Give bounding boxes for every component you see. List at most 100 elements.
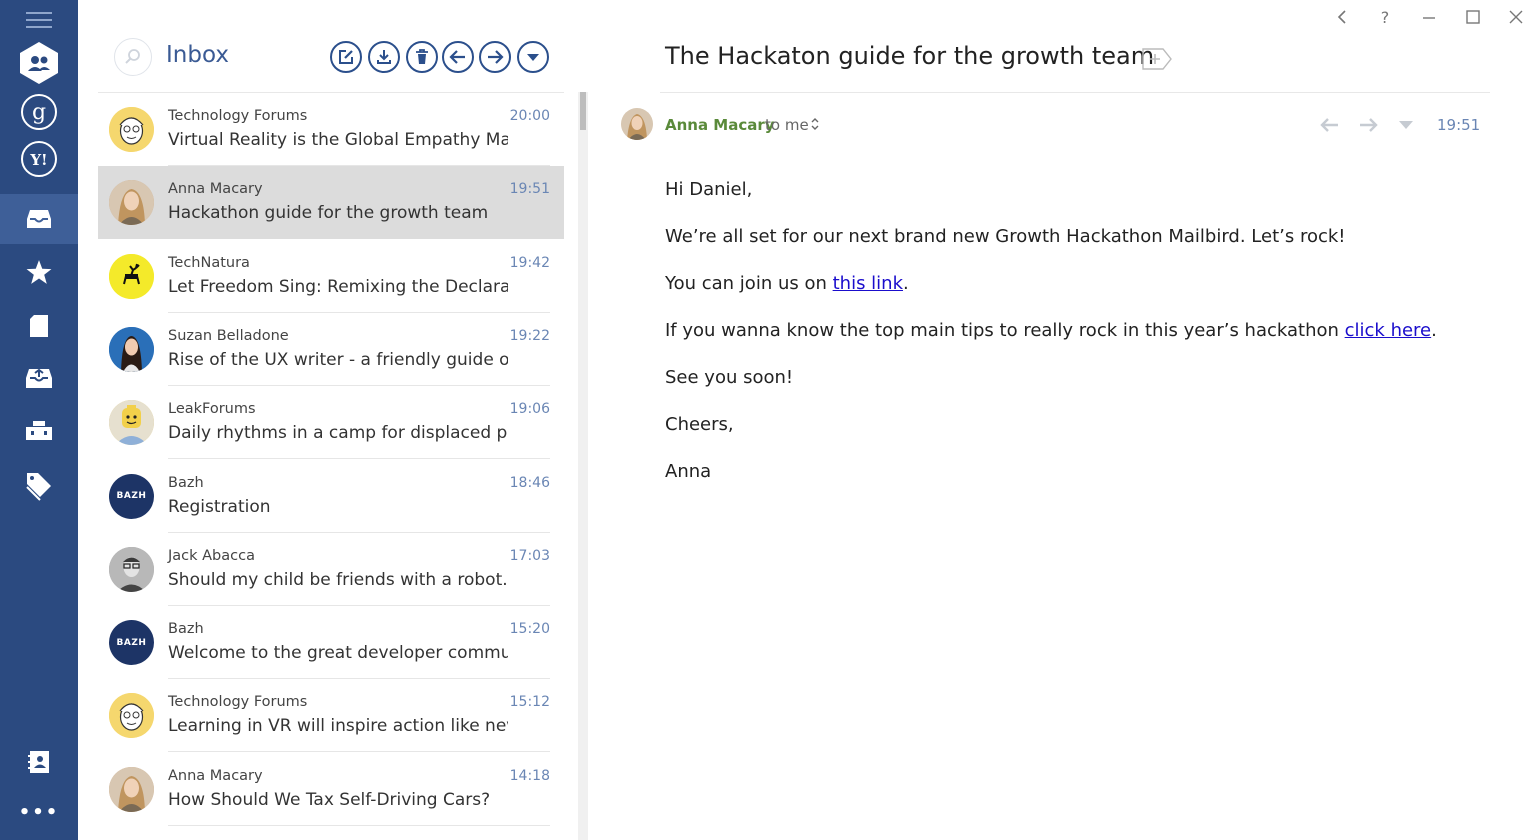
body-line-1: We’re all set for our next brand new Gro… bbox=[665, 226, 1346, 247]
compose-icon bbox=[339, 50, 353, 64]
message-time: 19:22 bbox=[509, 327, 550, 344]
this-link[interactable]: this link bbox=[833, 273, 903, 294]
message-time: 19:51 bbox=[1437, 116, 1481, 134]
drafts-icon[interactable] bbox=[0, 306, 78, 346]
sender-name[interactable]: Anna Macary bbox=[665, 116, 775, 134]
sender-avatar bbox=[109, 693, 154, 739]
message-sender: Suzan Belladone bbox=[168, 327, 289, 344]
help-icon[interactable]: ? bbox=[1373, 6, 1397, 28]
list-scrollbar[interactable] bbox=[578, 92, 588, 840]
message-sender: Technology Forums bbox=[168, 694, 308, 711]
contacts-icon[interactable] bbox=[0, 744, 78, 780]
yahoo-account-icon[interactable]: Y! bbox=[0, 139, 78, 179]
forward-button[interactable] bbox=[479, 41, 511, 73]
body-line-3-end: . bbox=[1431, 320, 1437, 341]
inbox-icon[interactable] bbox=[0, 194, 78, 244]
details-toggle-icon[interactable] bbox=[810, 117, 820, 135]
more-icon[interactable]: ••• bbox=[0, 798, 78, 826]
sender-avatar: BAZH bbox=[109, 473, 154, 519]
folder-title: Inbox bbox=[166, 42, 229, 68]
message-subject: Let Freedom Sing: Remixing the Declarati… bbox=[168, 276, 508, 297]
message-sender: TechNatura bbox=[168, 254, 250, 271]
reply-button[interactable] bbox=[442, 41, 474, 73]
compose-button[interactable] bbox=[330, 41, 362, 73]
star-icon[interactable] bbox=[0, 252, 78, 292]
message-row[interactable]: Jack Abacca Should my child be friends wi… bbox=[98, 533, 564, 606]
message-time: 18:46 bbox=[509, 474, 550, 491]
add-tag-icon bbox=[1142, 48, 1172, 70]
people-icon[interactable] bbox=[0, 40, 78, 86]
reply-icon[interactable] bbox=[1318, 115, 1342, 135]
message-subject: Learning in VR will inspire action like … bbox=[168, 716, 508, 737]
list-scroll-thumb[interactable] bbox=[580, 92, 586, 130]
maximize-icon[interactable] bbox=[1461, 6, 1485, 28]
delete-button[interactable] bbox=[406, 41, 438, 73]
body-signature: Anna bbox=[665, 461, 712, 482]
body-line-3-text: If you wanna know the top main tips to r… bbox=[665, 320, 1345, 341]
message-subject: Should my child be friends with a robot.… bbox=[168, 569, 508, 590]
close-icon[interactable] bbox=[1504, 6, 1528, 28]
message-row[interactable]: Suzan Belladone Rise of the UX writer - a… bbox=[98, 313, 564, 386]
account-rail: g Y! ••• bbox=[0, 0, 78, 840]
sender-avatar bbox=[109, 766, 154, 812]
google-account-icon[interactable]: g bbox=[0, 92, 78, 132]
sender-avatar bbox=[109, 546, 154, 592]
message-row[interactable]: BAZH Bazh Welcome to the great developer c… bbox=[98, 606, 564, 680]
svg-text:g: g bbox=[32, 100, 46, 125]
archive-icon[interactable] bbox=[0, 358, 78, 398]
recipient-text: to me bbox=[765, 116, 809, 134]
message-subject: Daily rhythms in a camp for displaced pe… bbox=[168, 423, 508, 444]
message-sender: Technology Forums bbox=[168, 108, 308, 124]
sender-avatar bbox=[621, 108, 653, 140]
body-line-4: See you soon! bbox=[665, 367, 794, 388]
search-icon bbox=[125, 49, 140, 64]
back-icon[interactable] bbox=[1330, 6, 1354, 28]
message-row[interactable]: Technology Forums Learning in VR will ins… bbox=[98, 679, 564, 753]
body-line-5: Cheers, bbox=[665, 414, 734, 435]
reply-icon bbox=[449, 50, 465, 64]
message-subject: Welcome to the great developer commu... bbox=[168, 643, 508, 664]
message-row[interactable]: TechNatura Let Freedom Sing: Remixing the… bbox=[98, 240, 564, 313]
message-time: 17:03 bbox=[509, 547, 550, 564]
header-divider bbox=[660, 92, 1490, 93]
more-dropdown-icon[interactable] bbox=[1394, 115, 1418, 135]
sender-avatar bbox=[109, 400, 154, 446]
search-button[interactable] bbox=[114, 38, 152, 76]
sender-avatar bbox=[109, 253, 154, 299]
body-line-2: You can join us on this link. bbox=[665, 273, 909, 294]
body-line-2-end: . bbox=[903, 273, 909, 294]
more-actions-button[interactable] bbox=[517, 41, 549, 73]
sender-avatar bbox=[109, 326, 154, 372]
message-time: 15:12 bbox=[509, 694, 550, 711]
download-button[interactable] bbox=[368, 41, 400, 73]
folders-icon[interactable] bbox=[0, 410, 78, 450]
message-sender: Jack Abacca bbox=[168, 547, 255, 564]
message-row[interactable]: LeakForums Daily rhythms in a camp for di… bbox=[98, 386, 564, 460]
message-subject: How Should We Tax Self-Driving Cars? bbox=[168, 789, 491, 810]
sender-avatar: BAZH bbox=[109, 620, 154, 666]
message-row[interactable]: Anna Macary How Should We Tax Self-Drivin… bbox=[98, 753, 564, 826]
forward-icon[interactable] bbox=[1356, 115, 1380, 135]
more-dropdown-icon bbox=[527, 54, 539, 61]
message-row[interactable]: BAZH Bazh Registration 18:46 bbox=[98, 460, 564, 533]
message-time: 15:20 bbox=[509, 621, 550, 638]
message-row[interactable]: Technology Forums Virtual Reality is the … bbox=[98, 93, 564, 166]
message-sender: Anna Macary bbox=[168, 767, 263, 784]
message-subject: Hackathon guide for the growth team bbox=[168, 203, 489, 224]
click-here-link[interactable]: click here bbox=[1345, 320, 1432, 341]
tags-icon[interactable] bbox=[0, 464, 78, 508]
message-row[interactable]: Anna Macary Hackathon guide for the growt… bbox=[98, 166, 564, 240]
download-icon bbox=[377, 50, 391, 64]
message-time: 19:42 bbox=[509, 254, 550, 271]
message-sender: Bazh bbox=[168, 474, 204, 491]
body-line-2-text: You can join us on bbox=[665, 273, 833, 294]
minimize-icon[interactable] bbox=[1417, 6, 1441, 28]
svg-text:Y!: Y! bbox=[29, 151, 47, 169]
sender-avatar bbox=[109, 180, 154, 226]
message-time: 19:06 bbox=[509, 401, 550, 418]
message-title: The Hackaton guide for the growth team bbox=[665, 42, 1155, 70]
message-subject: Registration bbox=[168, 496, 271, 517]
menu-icon[interactable] bbox=[0, 6, 78, 34]
body-greeting: Hi Daniel, bbox=[665, 179, 753, 200]
add-tag-button[interactable] bbox=[1142, 48, 1172, 70]
